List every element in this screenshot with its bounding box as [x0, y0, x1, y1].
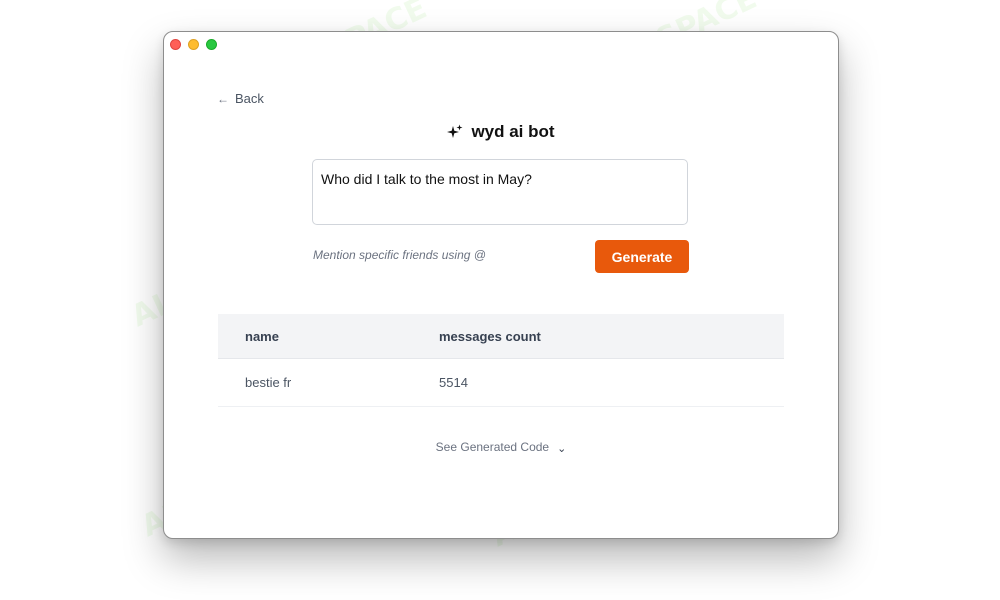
generate-button[interactable]: Generate — [595, 240, 689, 273]
prompt-input[interactable] — [312, 159, 688, 225]
results-table: name messages count bestie fr 5514 — [218, 314, 784, 407]
mention-hint: Mention specific friends using @ — [313, 248, 486, 262]
back-label: Back — [235, 91, 264, 106]
app-window: ← Back wyd ai bot Mention specific frien… — [163, 31, 839, 539]
column-header-name: name — [245, 328, 279, 344]
back-link[interactable]: ← Back — [217, 91, 264, 106]
table-row: bestie fr 5514 — [218, 359, 784, 407]
table-header: name messages count — [218, 314, 784, 359]
see-generated-code-toggle[interactable]: See Generated Code ⌄ — [164, 440, 838, 455]
screenshot-stage: AI TALENT SPACE AI TALENT SPACE AI TALEN… — [0, 0, 1000, 600]
close-window-button[interactable] — [170, 39, 181, 50]
cell-name: bestie fr — [245, 375, 292, 390]
arrow-left-icon: ← — [217, 91, 229, 106]
column-header-messages-count: messages count — [439, 328, 541, 344]
chevron-down-icon: ⌄ — [557, 442, 567, 455]
page-title: wyd ai bot — [164, 122, 838, 142]
sparkles-icon — [447, 124, 463, 138]
see-code-label: See Generated Code — [435, 440, 550, 454]
cell-messages-count: 5514 — [439, 375, 468, 390]
app-title: wyd ai bot — [471, 122, 555, 141]
window-controls — [170, 39, 217, 50]
zoom-window-button[interactable] — [206, 39, 217, 50]
minimize-window-button[interactable] — [188, 39, 199, 50]
